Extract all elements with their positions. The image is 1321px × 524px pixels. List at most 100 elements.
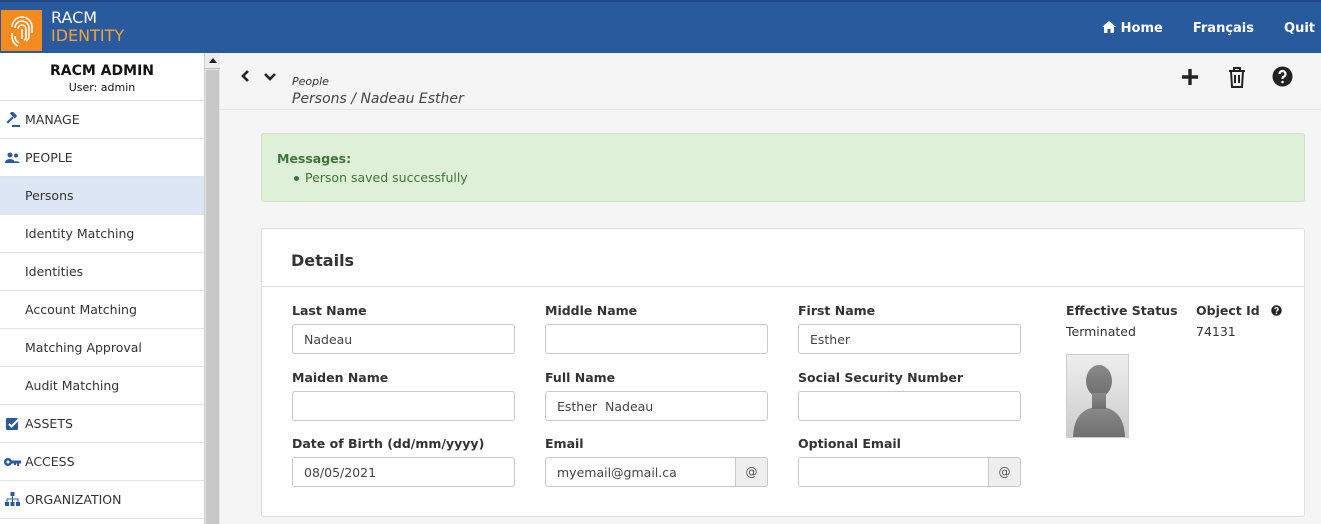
nav-language[interactable]: Français	[1193, 21, 1254, 36]
sidebar-item-label: ASSETS	[25, 416, 73, 431]
maiden-name-input[interactable]	[292, 391, 515, 421]
sidebar-item-label: Matching Approval	[25, 340, 142, 355]
last-name-group: Last Name Nadeau	[292, 303, 515, 354]
top-navbar: RACM IDENTITY Home Français Quit	[0, 0, 1321, 53]
object-id-group: Object Id 74131	[1196, 303, 1282, 339]
optional-email-label: Optional Email	[798, 436, 901, 451]
sidebar-item-assets[interactable]: ASSETS	[0, 405, 204, 443]
breadcrumb-section: People	[292, 75, 329, 88]
sidebar-item-audit-matching[interactable]: Audit Matching	[0, 367, 204, 405]
effective-status-group: Effective Status Terminated	[1066, 303, 1178, 339]
sidebar-item-label: Identity Matching	[25, 226, 135, 241]
sidebar-item-access[interactable]: ACCESS	[0, 443, 204, 481]
sidebar-item-account-matching[interactable]: Account Matching	[0, 291, 204, 329]
optional-email-field[interactable]	[798, 457, 989, 487]
sidebar-item-label: Audit Matching	[25, 378, 120, 393]
middle-name-input[interactable]	[545, 324, 768, 354]
dob-group: Date of Birth (dd/mm/yyyy) 08/05/2021	[292, 436, 515, 487]
effective-status-value: Terminated	[1066, 324, 1136, 339]
dob-input[interactable]: 08/05/2021	[292, 457, 515, 487]
email-input-group: myemail@gmail.ca @	[545, 457, 768, 487]
dob-label: Date of Birth (dd/mm/yyyy)	[292, 436, 485, 451]
nav-quit-label: Quit	[1284, 21, 1315, 36]
optional-email-input-group: @	[798, 457, 1021, 487]
checkbox-icon	[0, 417, 25, 431]
sidebar-header: RACM ADMIN User: admin	[0, 53, 204, 101]
full-name-label: Full Name	[545, 370, 616, 385]
message-item: Person saved successfully	[277, 170, 1289, 185]
email-group: Email myemail@gmail.ca @	[545, 436, 768, 487]
ssn-group: Social Security Number	[798, 370, 1021, 421]
org-chart-icon	[0, 492, 25, 507]
middle-name-label: Middle Name	[545, 303, 638, 318]
sidebar-item-label: Identities	[25, 264, 84, 279]
question-circle-icon[interactable]	[1270, 305, 1282, 316]
email-addon: @	[736, 457, 768, 487]
last-name-input[interactable]: Nadeau	[292, 324, 515, 354]
nav-language-label: Français	[1192, 21, 1255, 36]
email-field[interactable]: myemail@gmail.ca	[545, 457, 736, 487]
page-toolbar: People Persons / Nadeau Esther	[220, 53, 1321, 110]
sidebar-item-identities[interactable]: Identities	[0, 253, 204, 291]
breadcrumb: Persons / Nadeau Esther	[292, 91, 464, 107]
person-photo-placeholder[interactable]	[1066, 354, 1129, 438]
details-panel: Details Last Name Nadeau Middle Name Fir…	[261, 228, 1305, 517]
fingerprint-icon	[1, 10, 42, 51]
maiden-name-group: Maiden Name	[292, 370, 515, 421]
main-content: People Persons / Nadeau Esther Messages:…	[220, 53, 1321, 524]
logo-text-racm: RACM	[51, 8, 98, 27]
add-button[interactable]	[1179, 66, 1201, 92]
sidebar-item-label: Account Matching	[25, 302, 137, 317]
collapse-button[interactable]	[263, 71, 277, 86]
sidebar-item-label: ORGANIZATION	[25, 492, 122, 507]
gavel-icon	[0, 112, 25, 127]
sidebar-item-manage[interactable]: MANAGE	[0, 101, 204, 139]
optional-email-addon: @	[989, 457, 1021, 487]
racm-identity-logo[interactable]: RACM IDENTITY	[0, 4, 124, 51]
help-button[interactable]	[1272, 66, 1293, 91]
nav-home-label: Home	[1120, 21, 1163, 36]
question-circle-icon	[1272, 66, 1293, 91]
sidebar-user: User: admin	[68, 81, 136, 94]
plus-icon	[1179, 69, 1201, 92]
sidebar-scrollbar[interactable]	[204, 53, 220, 524]
sidebar-item-people[interactable]: PEOPLE	[0, 139, 204, 177]
sidebar-item-identity-matching[interactable]: Identity Matching	[0, 215, 204, 253]
first-name-input[interactable]: Esther	[798, 324, 1021, 354]
object-id-label: Object Id	[1196, 303, 1260, 318]
chevron-down-icon	[263, 71, 277, 86]
key-icon	[0, 457, 25, 467]
nav-quit[interactable]: Quit	[1284, 21, 1315, 36]
email-label: Email	[545, 436, 584, 451]
top-nav: Home Français Quit	[1072, 2, 1321, 55]
first-name-label: First Name	[798, 303, 876, 318]
sidebar-item-organization[interactable]: ORGANIZATION	[0, 481, 204, 519]
sidebar-item-label: Persons	[25, 188, 74, 203]
scrollbar-thumb[interactable]	[206, 70, 219, 524]
sidebar-item-label: ACCESS	[25, 454, 75, 469]
effective-status-label: Effective Status	[1066, 303, 1178, 318]
details-title: Details	[262, 229, 1304, 287]
full-name-input[interactable]: Esther Nadeau	[545, 391, 768, 421]
ssn-label: Social Security Number	[798, 370, 964, 385]
back-button[interactable]	[240, 69, 250, 87]
success-message-box: Messages: Person saved successfully	[261, 133, 1305, 202]
sidebar: RACM ADMIN User: admin MANAGE PEOPLE Per…	[0, 53, 204, 524]
sidebar-item-matching-approval[interactable]: Matching Approval	[0, 329, 204, 367]
sidebar-item-persons[interactable]: Persons	[0, 177, 204, 215]
first-name-group: First Name Esther	[798, 303, 1021, 354]
sidebar-item-label: PEOPLE	[25, 150, 73, 165]
last-name-label: Last Name	[292, 303, 367, 318]
scroll-up-arrow-icon[interactable]	[205, 53, 220, 69]
delete-button[interactable]	[1227, 66, 1247, 92]
ssn-input[interactable]	[798, 391, 1021, 421]
home-icon	[1101, 20, 1116, 37]
middle-name-group: Middle Name	[545, 303, 768, 354]
trash-icon	[1227, 67, 1247, 92]
sidebar-title: RACM ADMIN	[49, 63, 154, 79]
full-name-group: Full Name Esther Nadeau	[545, 370, 768, 421]
maiden-name-label: Maiden Name	[292, 370, 389, 385]
object-id-label-row: Object Id	[1196, 303, 1282, 318]
messages-title: Messages:	[277, 151, 352, 166]
nav-home[interactable]: Home	[1101, 20, 1163, 37]
